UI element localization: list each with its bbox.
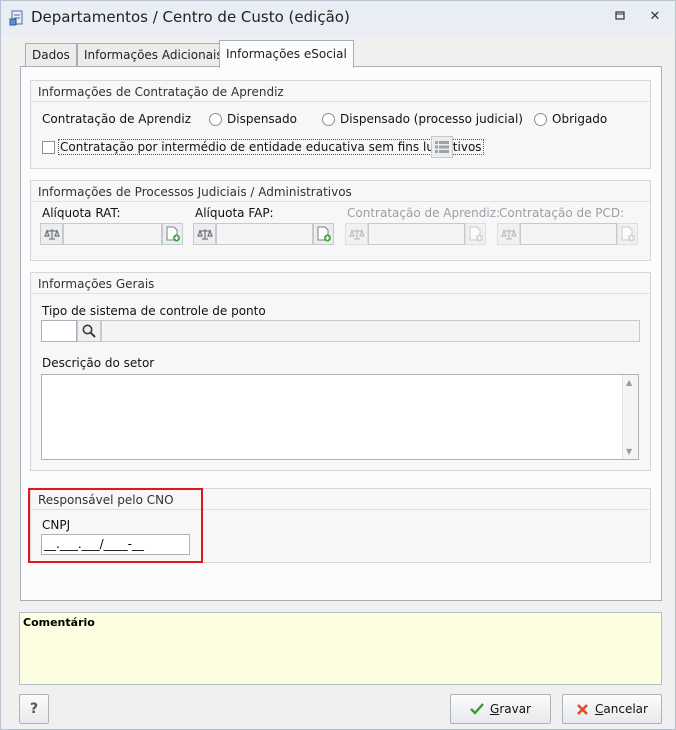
- radio-dispensado[interactable]: [209, 113, 222, 126]
- add-document-icon[interactable]: [162, 223, 183, 245]
- group-title: Informações Gerais: [38, 277, 155, 291]
- cancel-button[interactable]: Cancelar: [562, 694, 662, 724]
- contratacao-aprendiz-field: [368, 223, 465, 245]
- aliquota-fap-field[interactable]: [216, 223, 313, 245]
- comment-label: Comentário: [23, 616, 95, 629]
- descricao-label: Descrição do setor: [42, 356, 155, 370]
- contratacao-pcd-label: Contratação de PCD:: [499, 206, 625, 220]
- group-processos: Informações de Processos Judiciais / Adm…: [30, 180, 651, 261]
- radio-label: Dispensado (processo judicial): [340, 112, 523, 126]
- save-button[interactable]: Gravar: [450, 694, 551, 724]
- tab-dados[interactable]: Dados: [25, 43, 77, 67]
- scale-icon[interactable]: [193, 223, 216, 245]
- scale-icon: [345, 223, 368, 245]
- close-icon[interactable]: ✕: [646, 9, 664, 27]
- search-icon[interactable]: [77, 320, 101, 342]
- restore-icon[interactable]: [611, 9, 629, 27]
- ponto-description-field: [101, 320, 640, 342]
- ponto-label: Tipo de sistema de controle de ponto: [42, 304, 266, 318]
- comment-box[interactable]: Comentário: [19, 612, 662, 685]
- add-document-icon: [617, 223, 638, 245]
- scroll-down-icon[interactable]: ▼: [626, 447, 632, 456]
- contratacao-pcd-field: [520, 223, 617, 245]
- entidade-educativa-checkbox[interactable]: [42, 141, 55, 154]
- title-bar: Departamentos / Centro de Custo (edição)…: [1, 1, 675, 35]
- cancel-x-icon: [576, 703, 589, 716]
- contratacao-aprendiz-label: Contratação de Aprendiz:: [347, 206, 501, 220]
- aliquota-fap-label: Alíquota FAP:: [195, 206, 274, 220]
- group-title: Informações de Contratação de Aprendiz: [38, 85, 284, 99]
- descricao-textarea[interactable]: ▲ ▼: [41, 374, 639, 460]
- aliquota-rat-label: Alíquota RAT:: [42, 206, 121, 220]
- aliquota-rat-field[interactable]: [63, 223, 162, 245]
- cancel-label: ancelar: [603, 702, 648, 716]
- add-document-icon[interactable]: [313, 223, 334, 245]
- group-title: Informações de Processos Judiciais / Adm…: [38, 185, 352, 199]
- list-icon[interactable]: [431, 136, 453, 158]
- tab-informacoes-esocial[interactable]: Informações eSocial: [219, 40, 354, 68]
- help-button[interactable]: ?: [19, 694, 49, 724]
- document-icon: [9, 10, 25, 26]
- save-hotkey: G: [490, 702, 500, 716]
- radio-label: Obrigado: [552, 112, 608, 126]
- check-icon: [470, 703, 484, 715]
- checkbox-label[interactable]: Contratação por intermédio de entidade e…: [58, 139, 484, 155]
- edit-window: Departamentos / Centro de Custo (edição)…: [0, 0, 676, 730]
- highlight-box: [28, 488, 203, 563]
- radio-obrigado[interactable]: [534, 113, 547, 126]
- save-label: ravar: [499, 702, 531, 716]
- radio-dispensado-judicial[interactable]: [322, 113, 335, 126]
- ponto-code-input[interactable]: [41, 320, 77, 342]
- aprendiz-label: Contratação de Aprendiz: [42, 112, 192, 126]
- window-title: Departamentos / Centro de Custo (edição): [31, 8, 350, 26]
- scroll-up-icon[interactable]: ▲: [626, 378, 632, 387]
- add-document-icon: [465, 223, 486, 245]
- tab-informacoes-adicionais[interactable]: Informações Adicionais: [77, 43, 230, 67]
- radio-label: Dispensado: [227, 112, 297, 126]
- scrollbar[interactable]: ▲ ▼: [622, 375, 638, 459]
- cancel-hotkey: C: [595, 702, 604, 716]
- scale-icon[interactable]: [40, 223, 63, 245]
- scale-icon: [497, 223, 520, 245]
